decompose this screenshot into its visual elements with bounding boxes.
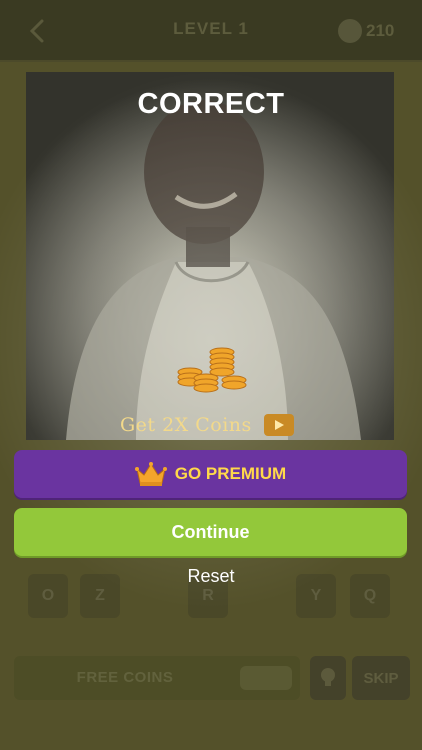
free-coins-label: FREE COINS [76, 669, 174, 686]
bottom-bar: FREE COINS SKIP [0, 656, 422, 702]
go-premium-label: GO PREMIUM [174, 464, 287, 483]
skip-button[interactable]: SKIP [352, 656, 410, 700]
continue-label: Continue [171, 521, 250, 542]
reset-button[interactable]: Reset [0, 566, 422, 587]
bulb-icon [321, 668, 335, 686]
result-title: CORRECT [137, 88, 285, 120]
coin-icon [338, 19, 362, 43]
coin-count: 210 [366, 21, 395, 40]
free-coins-button[interactable]: FREE COINS [14, 656, 300, 700]
coin-stack-icon [177, 347, 247, 393]
double-coins-offer[interactable]: Get 2X Coins [120, 412, 294, 438]
video-play-icon [263, 414, 294, 436]
crown-icon [134, 462, 167, 486]
continue-button[interactable]: Continue [14, 508, 407, 556]
video-play-icon [240, 666, 292, 690]
double-coins-label: Get 2X Coins [120, 414, 252, 436]
top-bar: LEVEL 1 210 [0, 0, 422, 62]
hint-button[interactable] [310, 656, 346, 700]
go-premium-button[interactable]: GO PREMIUM [14, 450, 407, 498]
